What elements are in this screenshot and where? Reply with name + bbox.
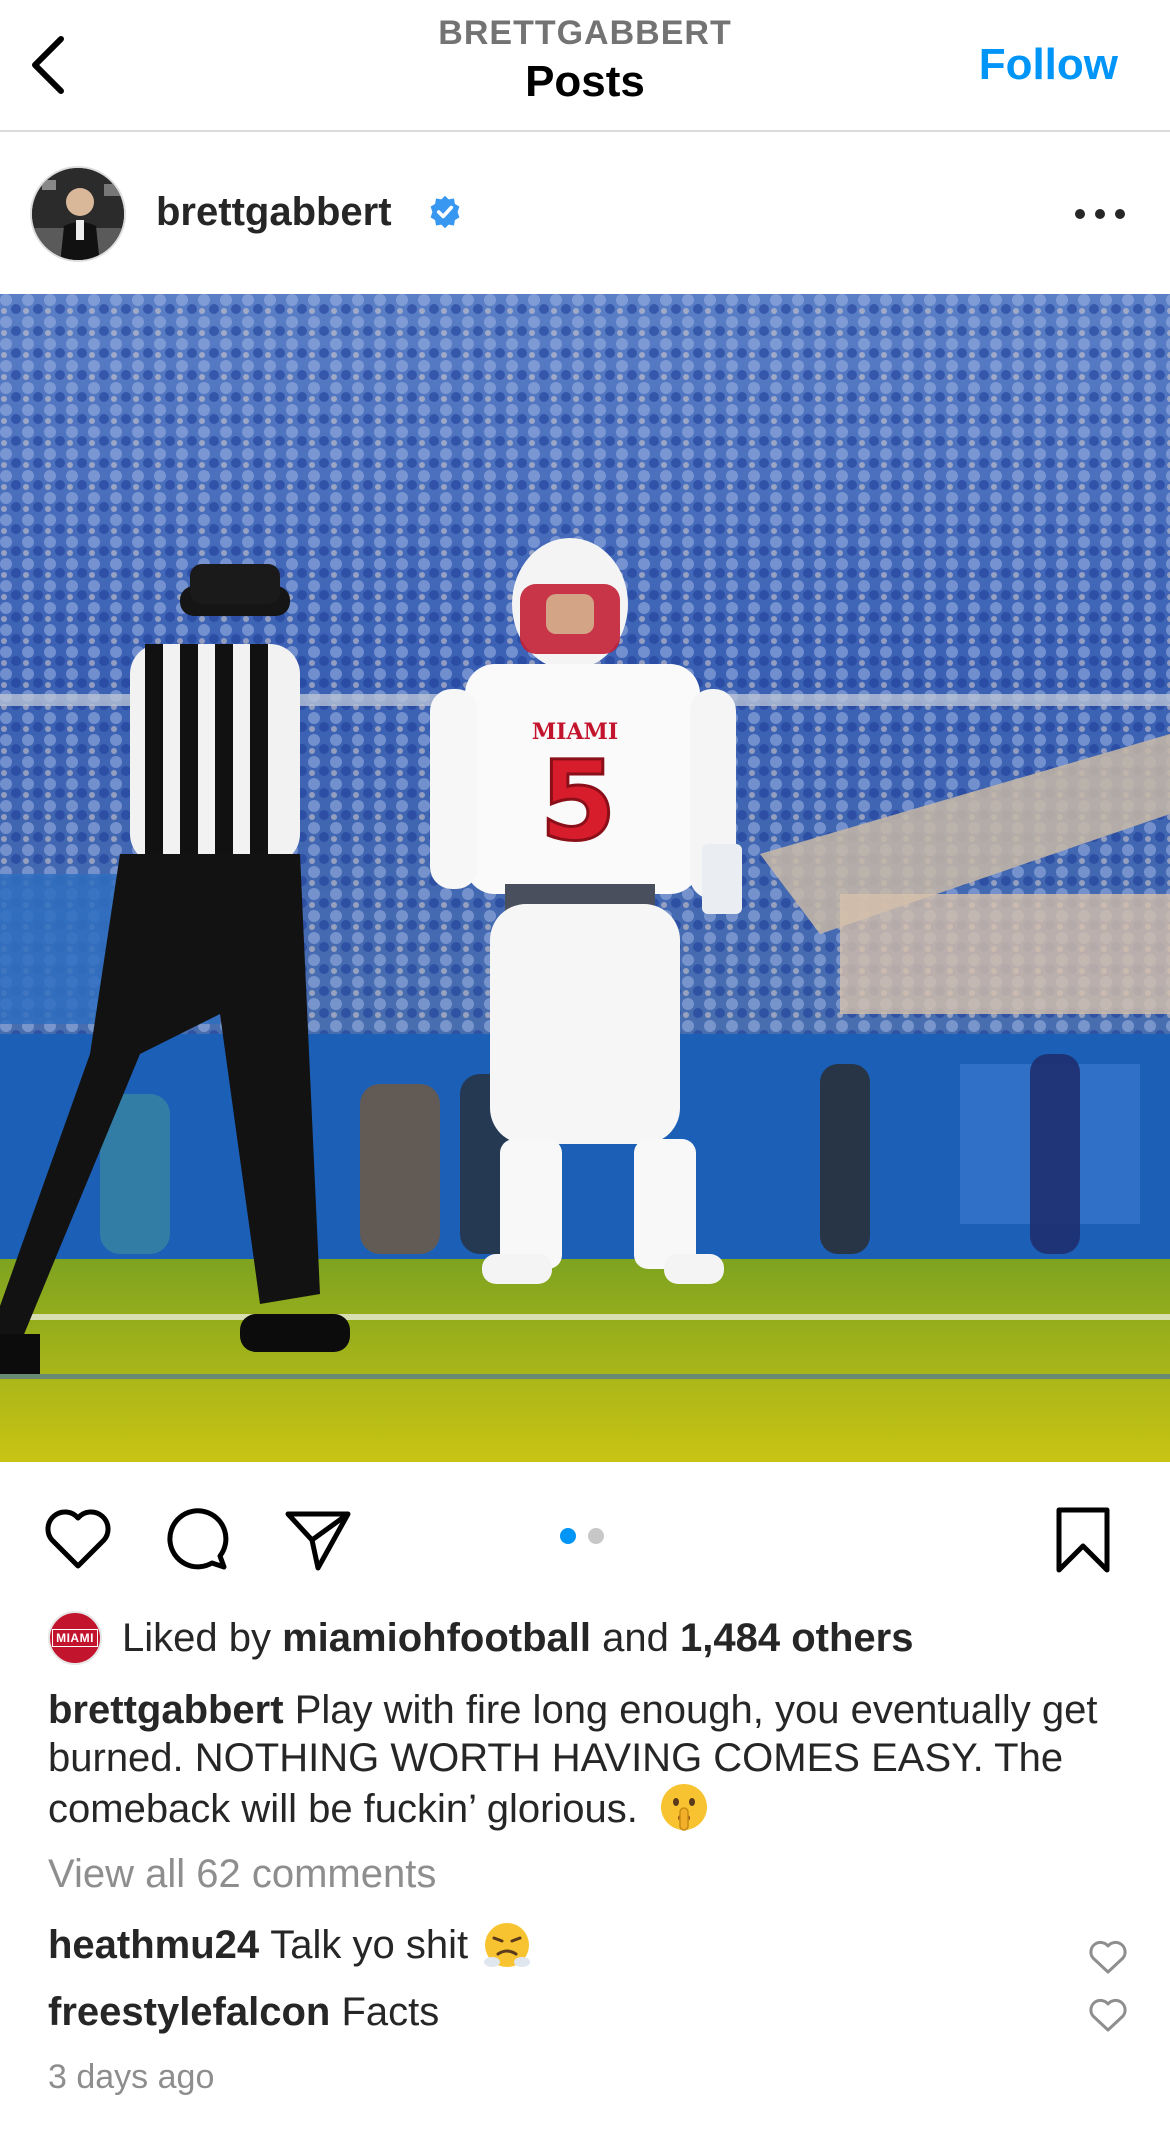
comment-text: Talk yo shit xyxy=(270,1922,469,1967)
comment-item: heathmu24 Talk yo shit xyxy=(48,1920,532,1970)
avatar-image xyxy=(32,168,124,260)
comment-item: freestylefalcon Facts xyxy=(48,1990,439,2035)
carousel-dot xyxy=(588,1528,604,1544)
post-image[interactable]: MIAMI 5 xyxy=(0,294,1170,1462)
author-username[interactable]: brettgabbert xyxy=(156,190,392,235)
more-horizontal-icon[interactable] xyxy=(1072,204,1128,224)
avatar[interactable] xyxy=(30,166,126,262)
comment-icon[interactable] xyxy=(162,1504,234,1576)
post-author-row: brettgabbert xyxy=(0,132,1170,294)
view-all-comments-link[interactable]: View all 62 comments xyxy=(48,1852,436,1897)
likes-count[interactable]: 1,484 others xyxy=(680,1616,913,1661)
shushing-face-emoji-icon xyxy=(661,1784,708,1831)
bookmark-icon[interactable] xyxy=(1047,1504,1119,1576)
likes-row[interactable]: MIAMI Liked by miamiohfootball and 1,484… xyxy=(48,1610,913,1666)
liked-by-user[interactable]: miamiohfootball xyxy=(282,1616,591,1661)
comment-text: Facts xyxy=(341,1990,440,2034)
steam-from-nose-emoji-icon xyxy=(484,1923,531,1967)
comment-username[interactable]: heathmu24 xyxy=(48,1923,259,1968)
comment-like-heart-icon[interactable] xyxy=(1088,1996,1128,2036)
action-bar xyxy=(0,1462,1170,1607)
heart-icon[interactable] xyxy=(42,1504,114,1576)
follow-button[interactable]: Follow xyxy=(979,40,1118,90)
carousel-dot-active xyxy=(560,1528,576,1544)
top-bar: BRETTGABBERT Posts Follow xyxy=(0,0,1170,132)
post-timestamp: 3 days ago xyxy=(48,2058,215,2096)
comment-username[interactable]: freestylefalcon xyxy=(48,1990,330,2035)
post-caption: brettgabbert Play with fire long enough,… xyxy=(48,1686,1128,1833)
liker-avatar-text: MIAMI xyxy=(52,1629,98,1647)
caption-username[interactable]: brettgabbert xyxy=(48,1688,284,1732)
share-icon[interactable] xyxy=(282,1504,354,1576)
verified-badge-icon xyxy=(430,195,460,229)
liker-avatar: MIAMI xyxy=(48,1611,102,1665)
comment-like-heart-icon[interactable] xyxy=(1088,1938,1128,1978)
svg-text:5: 5 xyxy=(540,737,617,865)
carousel-indicator xyxy=(560,1528,604,1544)
likes-conjunction: and xyxy=(602,1615,669,1660)
football-photo: MIAMI 5 xyxy=(0,294,1170,1462)
likes-prefix: Liked by xyxy=(122,1615,271,1660)
